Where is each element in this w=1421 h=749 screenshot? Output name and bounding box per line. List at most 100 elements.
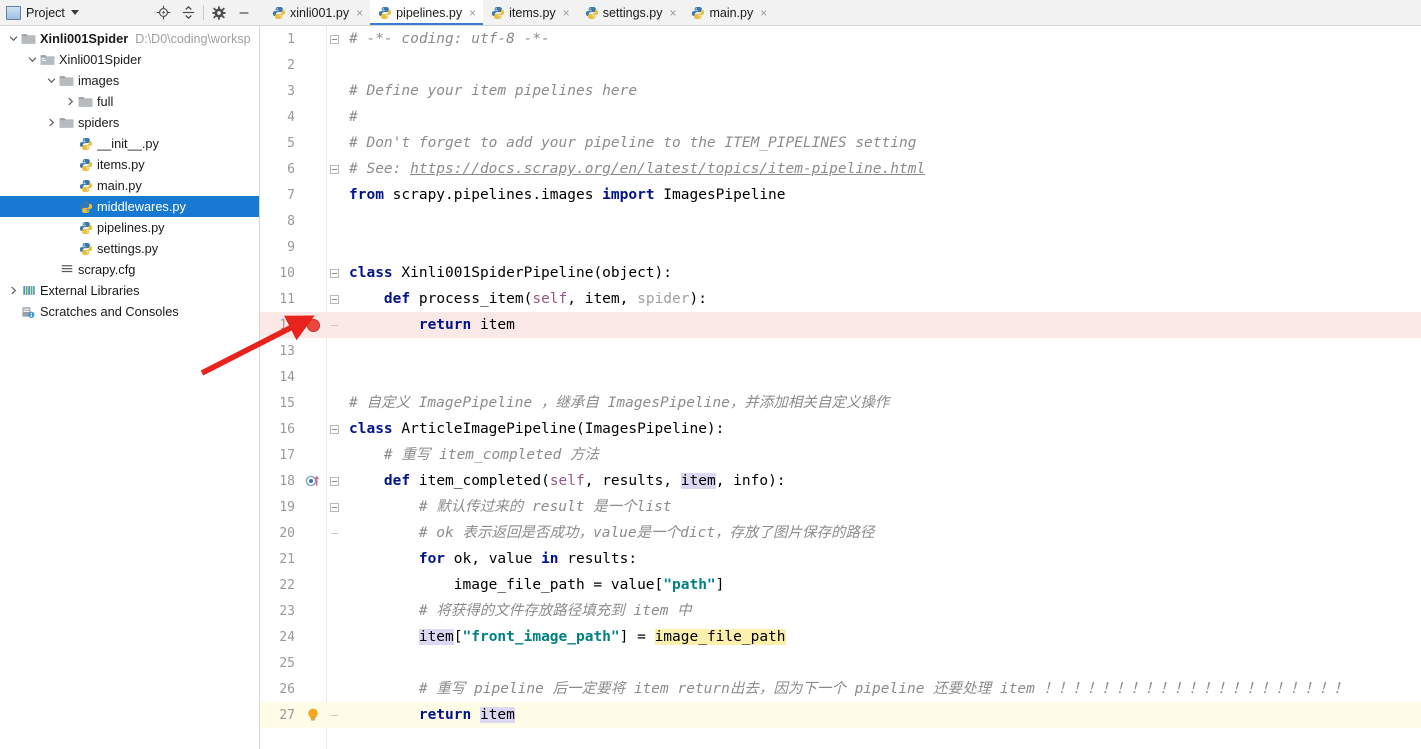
tree-item-spiders[interactable]: spiders [0, 112, 259, 133]
code-line-6[interactable]: 6 # See: https://docs.scrapy.org/en/lates… [260, 156, 1421, 182]
code-line-text: # 重写 item_completed 方法 [349, 447, 600, 463]
fold-marker-12[interactable] [326, 324, 342, 326]
locate-file-icon[interactable] [151, 2, 176, 24]
tree-item-settings-py[interactable]: settings.py [0, 238, 259, 259]
fold-collapse-icon[interactable] [329, 294, 339, 304]
code-line-9[interactable]: 9 [260, 234, 1421, 260]
tree-item-xinli001spider[interactable]: Xinli001Spider D:\D0\coding\worksp [0, 28, 259, 49]
code-line-10[interactable]: 10 class Xinli001SpiderPipeline(object): [260, 260, 1421, 286]
tree-item-scrapy-cfg[interactable]: scrapy.cfg [0, 259, 259, 280]
breakpoint-icon[interactable] [306, 318, 320, 332]
fold-marker-1[interactable] [326, 34, 342, 44]
project-panel-title[interactable]: Project [26, 6, 65, 20]
fold-collapse-icon[interactable] [329, 268, 339, 278]
code-line-2[interactable]: 2 [260, 52, 1421, 78]
gutter-marker-27[interactable] [300, 707, 326, 723]
code-line-12[interactable]: 12 return item [260, 312, 1421, 338]
tree-item-xinli001spider[interactable]: Xinli001Spider [0, 49, 259, 70]
intention-bulb-icon[interactable] [306, 707, 320, 723]
code-line-4[interactable]: 4 # [260, 104, 1421, 130]
line-number: 11 [279, 291, 295, 307]
code-line-text: item["front_image_path"] = image_file_pa… [418, 629, 786, 645]
code-line-11[interactable]: 11 def process_item(self, item, spider): [260, 286, 1421, 312]
fold-marker-20[interactable] [326, 532, 342, 534]
chevron-right-icon[interactable] [6, 286, 20, 295]
code-line-8[interactable]: 8 [260, 208, 1421, 234]
close-icon[interactable]: × [469, 7, 476, 19]
code-line-27[interactable]: 27 return item [260, 702, 1421, 728]
tree-item-__init__-py[interactable]: __init__.py [0, 133, 259, 154]
code-line-7[interactable]: 7 from scrapy.pipelines.images import Ima… [260, 182, 1421, 208]
fold-collapse-icon[interactable] [329, 476, 339, 486]
code-line-14[interactable]: 14 [260, 364, 1421, 390]
chevron-down-icon[interactable] [70, 10, 79, 15]
chevron-down-icon[interactable] [25, 55, 39, 64]
fold-collapse-icon[interactable] [329, 502, 339, 512]
tree-item-middlewares-py[interactable]: middlewares.py [0, 196, 259, 217]
code-line-15[interactable]: 15 # 自定义 ImagePipeline ，继承自 ImagesPipelin… [260, 390, 1421, 416]
libraries-icon [20, 284, 37, 297]
chevron-down-icon[interactable] [44, 76, 58, 85]
code-line-18[interactable]: 18 def item_completed(self, results, ite… [260, 468, 1421, 494]
code-line-19[interactable]: 19 # 默认传过来的 result 是一个list [260, 494, 1421, 520]
editor-tab-xinli001-py[interactable]: xinli001.py × [264, 0, 370, 25]
hide-panel-icon[interactable] [231, 2, 256, 24]
code-line-16[interactable]: 16 class ArticleImagePipeline(ImagesPipel… [260, 416, 1421, 442]
line-number: 3 [287, 83, 295, 99]
line-number: 13 [279, 343, 295, 359]
editor-tab-items-py[interactable]: items.py × [483, 0, 577, 25]
tree-item-images[interactable]: images [0, 70, 259, 91]
tree-item-main-py[interactable]: main.py [0, 175, 259, 196]
code-line-13[interactable]: 13 [260, 338, 1421, 364]
code-line-5[interactable]: 5 # Don't forget to add your pipeline to … [260, 130, 1421, 156]
fold-marker-6[interactable] [326, 164, 342, 174]
code-line-22[interactable]: 22 image_file_path = value["path"] [260, 572, 1421, 598]
code-editor[interactable]: 1 # -*- coding: utf-8 -*- 2 3 # Define your … [260, 26, 1421, 749]
collapse-all-icon[interactable] [176, 2, 201, 24]
code-lines: 1 # -*- coding: utf-8 -*- 2 3 # Define your … [260, 26, 1421, 728]
close-icon[interactable]: × [563, 7, 570, 19]
fold-marker-10[interactable] [326, 268, 342, 278]
fold-collapse-icon[interactable] [329, 34, 339, 44]
code-line-26[interactable]: 26 # 重写 pipeline 后一定要将 item return出去，因为下… [260, 676, 1421, 702]
chevron-right-icon[interactable] [44, 118, 58, 127]
fold-marker-18[interactable] [326, 476, 342, 486]
chevron-down-icon[interactable] [6, 34, 20, 43]
chevron-right-icon[interactable] [63, 97, 77, 106]
tree-item-scratches-and-consoles[interactable]: Scratches and Consoles [0, 301, 259, 322]
tree-item-external-libraries[interactable]: External Libraries [0, 280, 259, 301]
code-line-1[interactable]: 1 # -*- coding: utf-8 -*- [260, 26, 1421, 52]
gutter-marker-12[interactable] [300, 318, 326, 332]
fold-collapse-icon[interactable] [329, 164, 339, 174]
code-line-text: # Define your item pipelines here [349, 83, 638, 99]
fold-collapse-icon[interactable] [329, 424, 339, 434]
code-line-25[interactable]: 25 [260, 650, 1421, 676]
fold-marker-11[interactable] [326, 294, 342, 304]
overriding-method-icon[interactable] [305, 473, 321, 489]
editor-tab-pipelines-py[interactable]: pipelines.py × [370, 0, 484, 25]
tree-item-items-py[interactable]: items.py [0, 154, 259, 175]
fold-marker-16[interactable] [326, 424, 342, 434]
gutter-marker-18[interactable] [300, 473, 326, 489]
line-number: 22 [279, 577, 295, 593]
code-line-text: # 自定义 ImagePipeline ，继承自 ImagesPipeline，… [349, 395, 890, 411]
settings-gear-icon[interactable] [206, 2, 231, 24]
code-line-20[interactable]: 20 # ok 表示返回是否成功，value是一个dict，存放了图片保存的路径 [260, 520, 1421, 546]
code-line-24[interactable]: 24 item["front_image_path"] = image_file… [260, 624, 1421, 650]
code-line-23[interactable]: 23 # 将获得的文件存放路径填充到 item 中 [260, 598, 1421, 624]
close-icon[interactable]: × [760, 7, 767, 19]
line-number: 8 [287, 213, 295, 229]
editor-tab-settings-py[interactable]: settings.py × [577, 0, 684, 25]
code-line-21[interactable]: 21 for ok, value in results: [260, 546, 1421, 572]
close-icon[interactable]: × [669, 7, 676, 19]
folder-icon [77, 95, 94, 108]
editor-tab-main-py[interactable]: main.py × [683, 0, 774, 25]
code-line-17[interactable]: 17 # 重写 item_completed 方法 [260, 442, 1421, 468]
tree-item-pipelines-py[interactable]: pipelines.py [0, 217, 259, 238]
close-icon[interactable]: × [356, 7, 363, 19]
code-line-3[interactable]: 3 # Define your item pipelines here [260, 78, 1421, 104]
fold-marker-19[interactable] [326, 502, 342, 512]
fold-marker-27[interactable] [326, 714, 342, 716]
line-number: 2 [287, 57, 295, 73]
tree-item-full[interactable]: full [0, 91, 259, 112]
